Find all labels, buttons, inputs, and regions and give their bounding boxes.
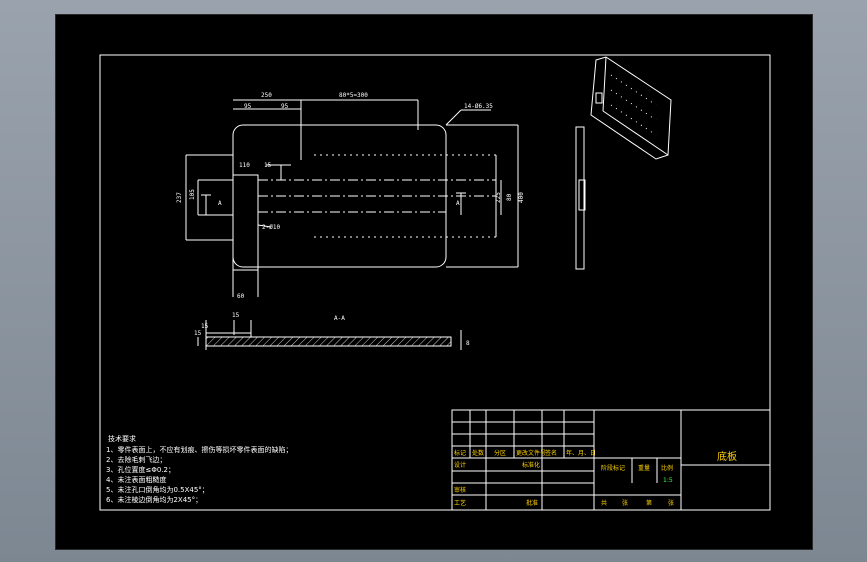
dim-95b: 95 — [281, 103, 289, 110]
tb-change-doc: 更改文件号 — [516, 449, 546, 457]
tb-standard: 标准化 — [522, 461, 540, 469]
dim-80: 80 — [506, 193, 513, 201]
dim-110: 110 — [239, 162, 250, 169]
dim-15c: 15 — [201, 323, 209, 330]
dim-holes: 14-Ø6.35 — [464, 103, 493, 110]
dim-15: 15 — [264, 162, 272, 169]
drawing-viewport[interactable]: 250 80*5=300 95 95 110 15 237 105 2-Ø10 … — [55, 14, 813, 550]
tech-notes: 技术要求 1、零件表面上，不应有划痕、擦伤等损坏零件表面的缺陷； 2、去除毛刺飞… — [106, 434, 292, 504]
note-line: 6、未注棱边倒角均为2X45°； — [106, 495, 202, 504]
dim-15b: 15 — [232, 312, 240, 319]
cad-drawing: 250 80*5=300 95 95 110 15 237 105 2-Ø10 … — [99, 54, 771, 511]
tb-sheet-unit: 张 — [622, 499, 628, 507]
tb-sheet-no: 第 — [646, 499, 652, 507]
part-name: 底板 — [717, 450, 737, 463]
tb-design: 设计 — [454, 461, 466, 469]
tb-sign: 签名 — [545, 449, 557, 457]
tb-mark: 标记 — [454, 449, 466, 457]
plan-view — [185, 99, 519, 297]
tb-sheet-unit2: 张 — [668, 499, 674, 507]
note-line: 3、孔位置度≤Φ0.2； — [106, 465, 175, 474]
dim-95: 95 — [244, 103, 252, 110]
dim-15d: 15 — [194, 330, 202, 337]
note-line: 1、零件表面上，不应有划痕、擦伤等损坏零件表面的缺陷； — [106, 445, 292, 454]
tb-count: 处数 — [472, 449, 484, 457]
dim-250: 250 — [261, 92, 272, 99]
tb-review: 审核 — [454, 486, 466, 494]
tb-process: 工艺 — [454, 499, 466, 507]
dim-8: 8 — [466, 340, 470, 347]
note-line: 4、未注表面粗糙度 — [106, 475, 166, 484]
tb-date: 年、月、日 — [566, 449, 596, 457]
dim-400: 400 — [518, 192, 525, 203]
dim-105: 105 — [189, 189, 196, 200]
tb-ratio: 比例 — [661, 464, 673, 472]
tb-zone: 分区 — [494, 449, 506, 457]
notes-heading: 技术要求 — [108, 434, 136, 443]
side-view — [575, 126, 586, 270]
note-line: 2、去除毛刺飞边； — [106, 455, 166, 464]
dim-80x5: 80*5=300 — [339, 92, 368, 99]
dim-237: 237 — [176, 192, 183, 203]
tb-approve: 批准 — [526, 499, 538, 507]
dim-225: 225 — [495, 192, 502, 203]
note-line: 5、未注孔口倒角均为0.5X45°； — [106, 485, 209, 494]
section-mark-a: A — [218, 200, 222, 207]
tb-weight: 重量 — [638, 464, 650, 472]
isometric-view — [590, 56, 672, 160]
end-block — [232, 174, 259, 271]
tb-sheet-total: 共 — [601, 499, 607, 507]
section-mark-a2: A — [456, 200, 460, 207]
dim-2-d10: 2-Ø10 — [262, 224, 280, 231]
section-label: A-A — [334, 315, 345, 322]
tb-scale: 1:5 — [663, 477, 673, 484]
dim-60: 60 — [237, 293, 245, 300]
tb-stage: 阶段标记 — [601, 464, 625, 472]
section-view — [197, 320, 462, 350]
